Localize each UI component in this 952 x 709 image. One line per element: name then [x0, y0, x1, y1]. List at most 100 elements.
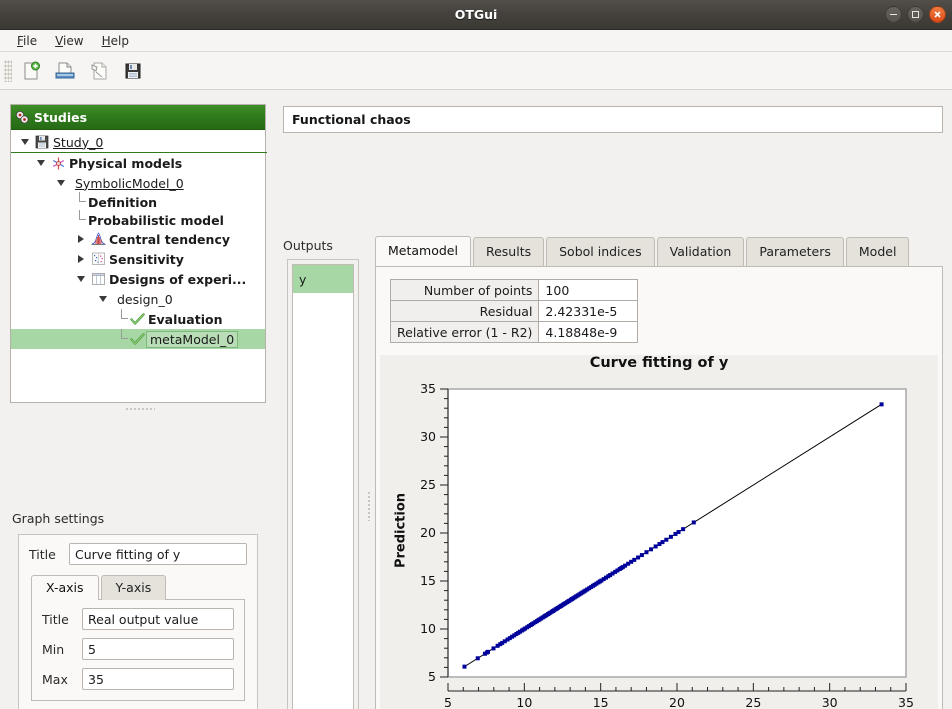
tab-metamodel[interactable]: Metamodel [375, 236, 471, 266]
graph-title-input[interactable]: Curve fitting of y [69, 543, 247, 565]
otgui-window: OTGui File View Help [0, 0, 952, 709]
tree-item-designs-of-experiments[interactable]: Designs of experi... [11, 269, 265, 289]
tree-label-design-0: design_0 [111, 292, 173, 307]
graph-title-row: Title Curve fitting of y [29, 543, 247, 565]
axis-settings-panel: Title Real output value Min 5 Max 35 [31, 599, 245, 701]
svg-text:10: 10 [516, 695, 532, 709]
axis-min-label: Min [42, 642, 82, 657]
axis-min-row: Min 5 [42, 638, 234, 660]
studies-tree: Study_0 [11, 130, 265, 349]
summary-key-residual: Residual [391, 301, 539, 322]
svg-text:35: 35 [898, 695, 914, 709]
outputs-list[interactable]: y [292, 264, 354, 709]
tree-item-design-0[interactable]: design_0 [11, 289, 265, 309]
tab-parameters[interactable]: Parameters [746, 237, 844, 266]
expander-down-icon[interactable] [73, 276, 89, 282]
horizontal-splitter[interactable] [125, 407, 155, 412]
tree-connector [117, 329, 128, 349]
toolbar [0, 52, 952, 90]
metamodel-header-title: Functional chaos [283, 106, 943, 133]
menu-file[interactable]: File [8, 32, 46, 50]
table-row: Residual 2.42331e-5 [391, 301, 638, 322]
tree-item-evaluation[interactable]: Evaluation [11, 309, 265, 329]
close-icon [933, 10, 942, 19]
tab-results[interactable]: Results [473, 237, 544, 266]
tree-item-physical-models[interactable]: Physical models [11, 153, 265, 173]
svg-text:25: 25 [745, 695, 761, 709]
tree-item-metamodel-0[interactable]: metaModel_0 [11, 329, 265, 349]
menu-help[interactable]: Help [93, 32, 138, 50]
chart-plot-svg: 51015202530355101520253035 [404, 381, 934, 709]
tree-item-definition[interactable]: Definition [11, 193, 265, 211]
new-study-icon [21, 61, 41, 81]
summary-value-number-of-points: 100 [539, 280, 638, 301]
save-icon [33, 135, 51, 149]
close-button[interactable] [929, 6, 946, 23]
axis-max-label: Max [42, 672, 82, 687]
check-icon [128, 313, 146, 326]
tab-sobol-indices[interactable]: Sobol indices [546, 237, 655, 266]
maximize-button[interactable] [907, 6, 924, 23]
right-pane: Functional chaos Outputs y Metamodel Res… [275, 91, 952, 709]
minimize-button[interactable] [885, 6, 902, 23]
open-study-button[interactable] [48, 56, 82, 86]
outputs-label: Outputs [283, 238, 333, 253]
svg-text:35: 35 [420, 381, 436, 396]
toolbar-grip[interactable] [4, 60, 12, 82]
summary-value-relative-error: 4.18848e-9 [539, 322, 638, 343]
left-pane: Studies Study_0 [0, 91, 275, 709]
tree-item-sensitivity[interactable]: Sensitivity [11, 249, 265, 269]
curve-fitting-chart: Curve fitting of y Prediction Real outpu… [380, 355, 938, 709]
expander-right-icon[interactable] [73, 255, 89, 263]
summary-table: Number of points 100 Residual 2.42331e-5… [390, 279, 638, 343]
vertical-splitter[interactable] [367, 491, 372, 521]
axis-max-input[interactable]: 35 [82, 668, 234, 690]
new-study-button[interactable] [14, 56, 48, 86]
table-row: Relative error (1 - R2) 4.18848e-9 [391, 322, 638, 343]
chart-title: Curve fitting of y [380, 355, 938, 371]
output-item-y[interactable]: y [293, 265, 353, 293]
svg-text:15: 15 [420, 573, 436, 588]
expander-down-icon[interactable] [53, 180, 69, 186]
menu-file-rest: ile [23, 34, 37, 48]
import-script-icon [89, 61, 109, 81]
summary-key-number-of-points: Number of points [391, 280, 539, 301]
summary-value-residual: 2.42331e-5 [539, 301, 638, 322]
expander-right-icon[interactable] [73, 235, 89, 243]
tree-label-central-tendency: Central tendency [107, 232, 230, 247]
open-study-icon [54, 61, 76, 81]
tab-model[interactable]: Model [846, 237, 910, 266]
menu-help-rest: elp [111, 34, 129, 48]
summary-key-relative-error: Relative error (1 - R2) [391, 322, 539, 343]
tab-x-axis[interactable]: X-axis [31, 575, 99, 600]
expander-down-icon[interactable] [17, 139, 33, 145]
tree-label-definition: Definition [86, 195, 157, 210]
axis-min-input[interactable]: 5 [82, 638, 234, 660]
svg-text:25: 25 [420, 477, 436, 492]
tree-item-symbolicmodel-0[interactable]: SymbolicModel_0 [11, 173, 265, 193]
tree-connector [117, 309, 128, 329]
axis-title-input[interactable]: Real output value [82, 608, 234, 630]
svg-text:20: 20 [420, 525, 436, 540]
physical-models-icon [49, 156, 67, 171]
svg-text:30: 30 [420, 429, 436, 444]
tree-item-probabilistic-model[interactable]: Probabilistic model [11, 211, 265, 229]
expander-down-icon[interactable] [95, 296, 111, 302]
tree-item-central-tendency[interactable]: Central tendency [11, 229, 265, 249]
tree-label-probabilistic-model: Probabilistic model [86, 213, 224, 228]
window-controls [885, 6, 946, 23]
save-study-button[interactable] [116, 56, 150, 86]
tree-label-study-0: Study_0 [51, 135, 103, 150]
tab-y-axis[interactable]: Y-axis [101, 575, 167, 600]
svg-text:5: 5 [428, 669, 436, 684]
svg-text:20: 20 [669, 695, 685, 709]
tab-validation[interactable]: Validation [657, 237, 745, 266]
import-script-button[interactable] [82, 56, 116, 86]
axis-title-row: Title Real output value [42, 608, 234, 630]
tree-item-study-0[interactable]: Study_0 [11, 132, 265, 152]
expander-down-icon[interactable] [33, 160, 49, 166]
table-row: Number of points 100 [391, 280, 638, 301]
studies-icon [15, 110, 30, 125]
tree-label-designs-of-experiments: Designs of experi... [107, 272, 246, 287]
menu-view[interactable]: View [46, 32, 92, 50]
